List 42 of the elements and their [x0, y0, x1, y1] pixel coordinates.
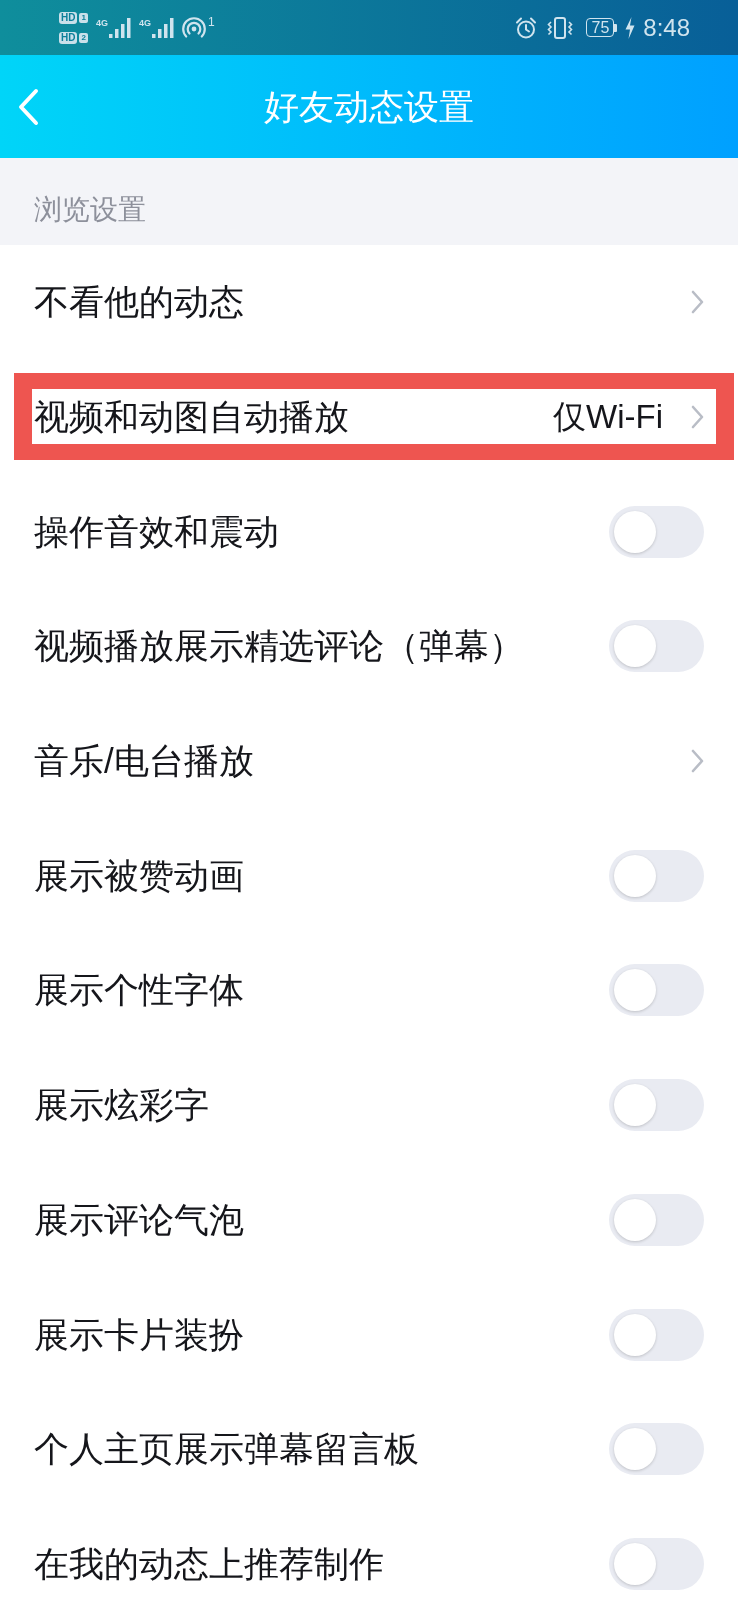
battery-indicator: 75: [586, 18, 618, 37]
signal-bars-icon: [108, 17, 131, 38]
network-type-label: 4G: [95, 17, 108, 28]
setting-label: 视频和动图自动播放: [34, 396, 349, 439]
setting-label: 展示卡片装扮: [34, 1313, 244, 1356]
toggle-switch[interactable]: [609, 620, 704, 673]
toggle-switch[interactable]: [609, 1537, 704, 1590]
toggle-switch[interactable]: [609, 505, 704, 558]
toggle-switch[interactable]: [609, 1193, 704, 1246]
setting-label: 展示被赞动画: [34, 854, 244, 897]
hotspot-count: 1: [207, 15, 215, 28]
chevron-right-icon[interactable]: [691, 405, 704, 430]
setting-label: 操作音效和震动: [34, 510, 279, 553]
setting-label: 个人主页展示弹幕留言板: [34, 1428, 419, 1471]
chevron-right-icon[interactable]: [691, 749, 704, 774]
setting-label: 展示评论气泡: [34, 1198, 244, 1241]
hotspot-icon: [181, 15, 206, 40]
setting-label: 音乐/电台播放: [34, 740, 254, 783]
setting-label: 不看他的动态: [34, 281, 244, 324]
network-type-label: 4G: [138, 17, 151, 28]
sim-slot-badge: 2: [79, 32, 88, 43]
toggle-switch[interactable]: [609, 1079, 704, 1132]
setting-label: 在我的动态上推荐制作: [34, 1542, 384, 1585]
section-title: 浏览设置: [34, 194, 146, 225]
chevron-right-icon[interactable]: [691, 290, 704, 315]
setting-label: 展示炫彩字: [34, 1084, 209, 1127]
setting-label: 展示个性字体: [34, 969, 244, 1012]
vibrate-icon: [546, 15, 575, 40]
hd-badge: HD: [59, 11, 78, 24]
alarm-clock-icon: [514, 15, 539, 40]
hd-badge: HD: [59, 31, 78, 44]
page-title: 好友动态设置: [263, 85, 475, 128]
toggle-switch[interactable]: [609, 1423, 704, 1476]
setting-label: 视频播放展示精选评论（弹幕）: [34, 625, 524, 668]
setting-value: 仅Wi-Fi: [553, 397, 663, 438]
toggle-switch[interactable]: [609, 849, 704, 902]
sim-slot-badge: 1: [79, 12, 88, 23]
status-time: 8:48: [643, 14, 690, 41]
toggle-switch[interactable]: [609, 964, 704, 1017]
back-icon: [17, 87, 39, 126]
toggle-switch[interactable]: [609, 1308, 704, 1361]
signal-bars-icon: [151, 17, 174, 38]
